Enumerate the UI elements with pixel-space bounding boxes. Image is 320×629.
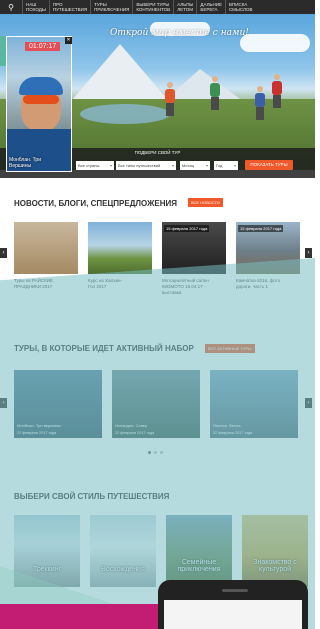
person-goggles <box>23 95 59 104</box>
news-date: 15 февраля 2017 года <box>164 225 210 232</box>
tour-card[interactable]: Япония. Весна 22 февраля 2017 года <box>210 370 298 438</box>
decorative-block <box>0 604 162 629</box>
chevron-down-icon: ▾ <box>109 163 112 168</box>
news-image <box>14 222 78 274</box>
search-icon[interactable]: ⚲ <box>0 0 22 14</box>
person-hat <box>19 77 63 95</box>
country-select[interactable]: Все страны ▾ <box>76 161 114 170</box>
news-card[interactable]: Курс на Халхин- Гол 2017 <box>88 222 152 290</box>
all-active-tours-button[interactable]: Все активные туры <box>205 344 255 353</box>
all-news-button[interactable]: Все новости <box>188 198 223 207</box>
carousel-dot[interactable] <box>148 451 151 454</box>
cloud <box>240 34 310 52</box>
style-card[interactable]: Восхождения <box>90 515 156 587</box>
tour-date: 22 февраля 2017 года <box>115 431 155 435</box>
news-text: Курс на Халхин- Гол 2017 <box>88 278 122 289</box>
lake <box>80 104 170 124</box>
style-label: Восхождения <box>101 566 145 573</box>
style-card[interactable]: Треккинг <box>14 515 80 587</box>
news-image <box>88 222 152 274</box>
news-date: 15 февраля 2017 года <box>238 225 284 232</box>
phone-screen <box>164 600 302 629</box>
show-tours-button[interactable]: Показать туры <box>245 160 293 170</box>
news-card[interactable]: 15 февраля 2017 года Камчатка-2016, фото… <box>236 222 300 290</box>
close-icon[interactable]: ✕ <box>65 37 72 44</box>
carousel-prev-button[interactable]: ‹ <box>0 248 7 258</box>
chevron-down-icon: ▾ <box>233 163 236 168</box>
style-card[interactable]: Знакомство с культурой <box>242 515 308 587</box>
nav-item[interactable]: Дальние берега <box>196 0 225 14</box>
carousel-next-button[interactable]: › <box>305 248 312 258</box>
hiker <box>210 76 220 110</box>
style-label: Треккинг <box>32 566 62 573</box>
news-card[interactable]: 15 февраля 2017 года Мотоциклетный салон… <box>162 222 226 296</box>
travel-type-select[interactable]: Все типы путешествий ▾ <box>116 161 176 170</box>
chevron-down-icon: ▾ <box>205 163 208 168</box>
style-label: Семейные приключения <box>177 559 221 573</box>
nav-item[interactable]: Про путешествия <box>48 0 90 14</box>
month-select[interactable]: Месяц ▾ <box>180 161 210 170</box>
tours-section-title: Туры, в которые идет активный набор <box>14 344 194 353</box>
video-caption: Монблан. Три Вершины <box>9 157 41 169</box>
top-navigation: ⚲ Наш походы Про путешествия Туры приклю… <box>0 0 315 14</box>
nav-item[interactable]: Туры приключения <box>90 0 132 14</box>
news-section-title: Новости, блоги, спецпредложения <box>14 199 177 208</box>
news-text: Туры на РАЙСКИЕ ПРАЗДНИКИ 2017 <box>14 278 53 289</box>
tour-card[interactable]: Исландия. Север 22 февраля 2017 года <box>112 370 200 438</box>
select-value: Год <box>216 163 223 168</box>
tour-caption: Япония. Весна <box>213 423 241 428</box>
tour-caption: Монблан. Три вершины <box>17 423 61 428</box>
carousel-prev-button[interactable]: ‹ <box>0 398 7 408</box>
hiker <box>165 82 175 116</box>
hero-slogan: Открой мир вместе с нами! <box>110 28 249 38</box>
tour-date: 22 февраля 2017 года <box>213 431 253 435</box>
page: ⚲ Наш походы Про путешествия Туры приклю… <box>0 0 315 629</box>
style-card[interactable]: Семейные приключения <box>166 515 232 587</box>
nav-item[interactable]: Вписка смыслов <box>224 0 256 14</box>
news-text: Камчатка-2016, фото дороги, часть 1 <box>236 278 281 289</box>
tour-card[interactable]: Монблан. Три вершины 22 февраля 2017 год… <box>14 370 102 438</box>
chevron-down-icon: ▾ <box>171 163 174 168</box>
nav-item[interactable]: Наш походы <box>22 0 49 14</box>
style-label: Знакомство с культурой <box>253 559 297 573</box>
phone-device <box>158 580 308 629</box>
nav-item[interactable]: Альпы летом <box>173 0 196 14</box>
news-text: Мотоциклетный салон IMOMOTO 15.04.17 - в… <box>162 278 209 295</box>
tour-caption: Исландия. Север <box>115 423 148 428</box>
hiker <box>255 86 265 120</box>
tour-date: 22 февраля 2017 года <box>17 431 57 435</box>
phone-speaker <box>222 589 248 592</box>
news-image: 15 февраля 2017 года <box>236 222 300 274</box>
select-value: Все типы путешествий <box>118 163 161 168</box>
video-overlay[interactable]: 01:07:17 Монблан. Три Вершины <box>6 36 72 172</box>
hiker <box>272 74 282 108</box>
news-image: 15 февраля 2017 года <box>162 222 226 274</box>
video-timer: 01:07:17 <box>25 42 61 51</box>
carousel-dot[interactable] <box>160 451 163 454</box>
select-value: Все страны <box>78 163 100 168</box>
carousel-next-button[interactable]: › <box>305 398 312 408</box>
nav-item[interactable]: Выбери туры континентов <box>132 0 173 14</box>
carousel-dots <box>148 451 163 454</box>
styles-section-title: Выбери свой стиль путешествия <box>14 492 170 501</box>
news-card[interactable]: Туры на РАЙСКИЕ ПРАЗДНИКИ 2017 <box>14 222 78 290</box>
carousel-dot[interactable] <box>154 451 157 454</box>
select-value: Месяц <box>182 163 195 168</box>
year-select[interactable]: Год ▾ <box>214 161 238 170</box>
